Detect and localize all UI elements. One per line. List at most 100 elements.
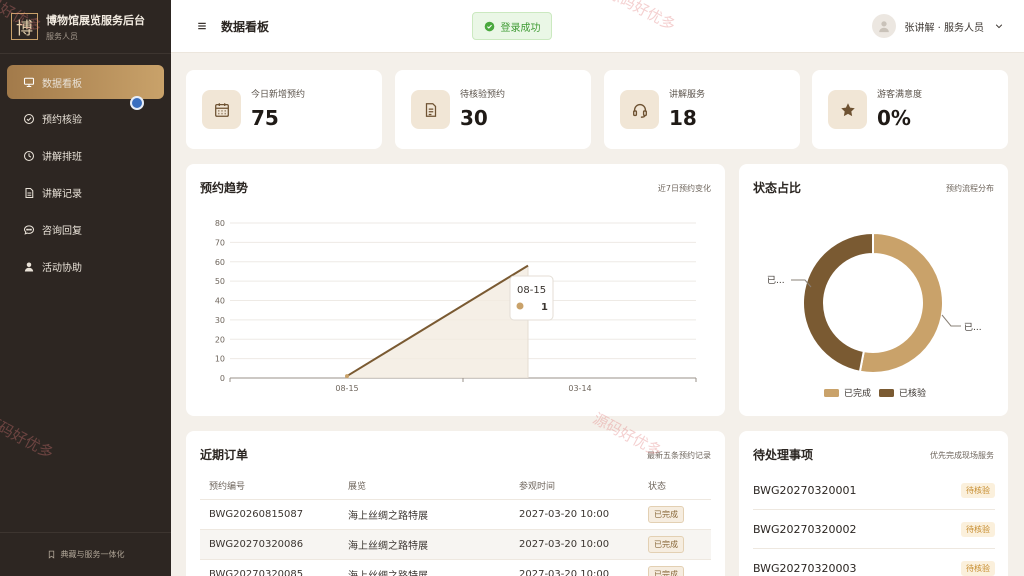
menu-toggle-icon[interactable] (196, 20, 208, 32)
table-row[interactable]: BWG20270320085 海上丝绸之路特展 2027-03-20 10:00… (200, 559, 711, 576)
stat-icon-box (828, 90, 867, 129)
sidebar-item-activity[interactable]: 活动协助 (7, 249, 164, 284)
todo-id: BWG20270320002 (753, 522, 857, 536)
order-id: BWG20270320086 (200, 529, 339, 560)
app-subtitle: 服务人员 (46, 31, 78, 41)
y-tick-label: 10 (215, 355, 225, 364)
x-tick-label: 08-15 (335, 384, 358, 393)
list-item[interactable]: BWG20270320003 待核验 (753, 549, 995, 576)
sidebar-item-records[interactable]: 讲解记录 (7, 175, 164, 210)
chat-icon (23, 224, 35, 235)
chart-tooltip: 08-15 1 (509, 275, 554, 321)
orders-card: 近期订单 最新五条预约记录 预约编号 展览 参观时间 状态 BWG2026081… (186, 431, 725, 576)
sidebar-footer: 典藏与服务一体化 (0, 532, 171, 576)
sidebar-footer-text: 典藏与服务一体化 (60, 550, 125, 559)
list-item[interactable]: BWG20270320001 待核验 (753, 471, 995, 510)
success-toast: 登录成功 (472, 12, 552, 40)
sidebar-item-label: 活动协助 (42, 263, 82, 274)
avatar (872, 14, 897, 38)
status-donut-chart: 已... 已... 已完成 已核验 (767, 231, 982, 399)
trend-chart: 0 10 20 30 40 50 60 70 80 08-15 03-14 08-15 1 (215, 219, 697, 393)
toast-text: 登录成功 (500, 22, 541, 34)
sidebar-item-consult[interactable]: 咨询回复 (7, 212, 164, 247)
todo-card: 待处理事项 优先完成现场服务 BWG20270320001 待核验 BWG202… (739, 431, 1008, 576)
data-point[interactable] (345, 374, 349, 379)
sidebar-item-label: 讲解记录 (42, 189, 82, 200)
order-id: BWG20270320085 (200, 559, 339, 576)
user-name: 张讲解 · 服务人员 (904, 22, 984, 34)
exhibition: 海上丝绸之路特展 (339, 499, 510, 530)
check-circle-icon (484, 21, 494, 31)
clock-icon (23, 150, 35, 161)
y-tick-label: 70 (215, 238, 225, 247)
stat-icon-box (411, 90, 450, 129)
column-header: 预约编号 (200, 473, 339, 500)
status-badge: 待核验 (961, 521, 995, 537)
sidebar-item-label: 咨询回复 (42, 226, 82, 237)
legend-swatch (879, 389, 894, 397)
calendar-icon (214, 102, 229, 117)
table-row[interactable]: BWG20260815087 海上丝绸之路特展 2027-03-20 10:00… (200, 499, 711, 530)
exhibition: 海上丝绸之路特展 (339, 559, 510, 576)
status-card: 状态占比 预约流程分布 已... 已... 已完成 已核验 (739, 164, 1008, 416)
column-header: 展览 (339, 473, 510, 500)
slice-label-right: 已... (964, 322, 982, 333)
topbar: 数据看板 登录成功 张讲解 · 服务人员 (171, 0, 1024, 53)
sidebar-item-schedule[interactable]: 讲解排班 (7, 138, 164, 173)
table-row[interactable]: BWG20270320086 海上丝绸之路特展 2027-03-20 10:00… (200, 529, 711, 560)
y-tick-label: 40 (215, 297, 225, 306)
orders-note: 最新五条预约记录 (647, 451, 711, 460)
orders-table: 预约编号 展览 参观时间 状态 BWG20260815087 海上丝绸之路特展 … (200, 473, 711, 576)
stat-icon-box (620, 90, 659, 129)
stat-label: 待核验预约 (460, 90, 506, 100)
chevron-down-icon[interactable] (994, 21, 1004, 31)
stat-icon-box (202, 90, 241, 129)
page-title: 数据看板 (221, 19, 270, 34)
visit-time: 2027-03-20 10:00 (510, 499, 639, 530)
stat-label: 讲解服务 (669, 90, 706, 100)
y-tick-label: 30 (215, 316, 225, 325)
sidebar-nav: 数据看板 预约核验 讲解排班 讲解记录 咨询回复 活动协助 (0, 65, 171, 284)
leader-line-right (941, 314, 961, 327)
todo-note: 优先完成现场服务 (930, 451, 994, 460)
order-id: BWG20260815087 (200, 499, 339, 530)
column-header: 状态 (639, 473, 711, 500)
status-badge: 已完成 (648, 565, 684, 576)
tooltip-marker (516, 302, 524, 310)
user-menu[interactable]: 张讲解 · 服务人员 (872, 14, 1004, 38)
x-tick-label: 03-14 (568, 384, 591, 393)
todo-id: BWG20270320001 (753, 483, 857, 497)
headset-icon (632, 103, 647, 118)
status-badge: 待核验 (961, 560, 995, 576)
stat-value: 0% (877, 106, 911, 130)
stat-value: 18 (669, 106, 697, 130)
legend-label: 已完成 (844, 387, 871, 399)
sidebar-item-label: 讲解排班 (42, 152, 82, 163)
status-badge: 已完成 (648, 505, 684, 523)
tooltip-date: 08-15 (517, 285, 546, 296)
list-item[interactable]: BWG20270320002 待核验 (753, 510, 995, 549)
stat-card-satisfaction: 游客满意度 0% (812, 70, 1008, 149)
trend-card: 预约趋势 近7日预约变化 0 10 20 30 40 50 60 70 80 08-15 03-1… (186, 164, 725, 416)
column-header: 参观时间 (510, 473, 639, 500)
stat-card-new-bookings: 今日新增预约 75 (186, 70, 382, 149)
y-tick-label: 20 (215, 335, 225, 344)
stat-label: 今日新增预约 (251, 90, 306, 100)
y-tick-label: 60 (215, 258, 225, 267)
stat-card-guide-service: 讲解服务 18 (604, 70, 800, 149)
pie-slice[interactable] (802, 231, 874, 373)
visit-time: 2027-03-20 10:00 (510, 529, 639, 560)
brand: 博 博物馆展览服务后台 服务人员 (0, 0, 171, 54)
sidebar-item-label: 预约核验 (42, 115, 82, 126)
legend-swatch (824, 389, 839, 397)
user-icon (24, 262, 34, 271)
logo: 博 (11, 13, 38, 40)
status-badge: 待核验 (961, 482, 995, 498)
user-icon (879, 21, 890, 33)
star-icon (840, 102, 855, 116)
check-circle-icon (23, 113, 35, 124)
bookmark-icon (48, 550, 54, 559)
sidebar-item-dashboard[interactable]: 数据看板 (7, 65, 164, 110)
sidebar-item-verify[interactable]: 预约核验 (7, 101, 164, 136)
sidebar-item-label: 数据看板 (42, 78, 82, 90)
